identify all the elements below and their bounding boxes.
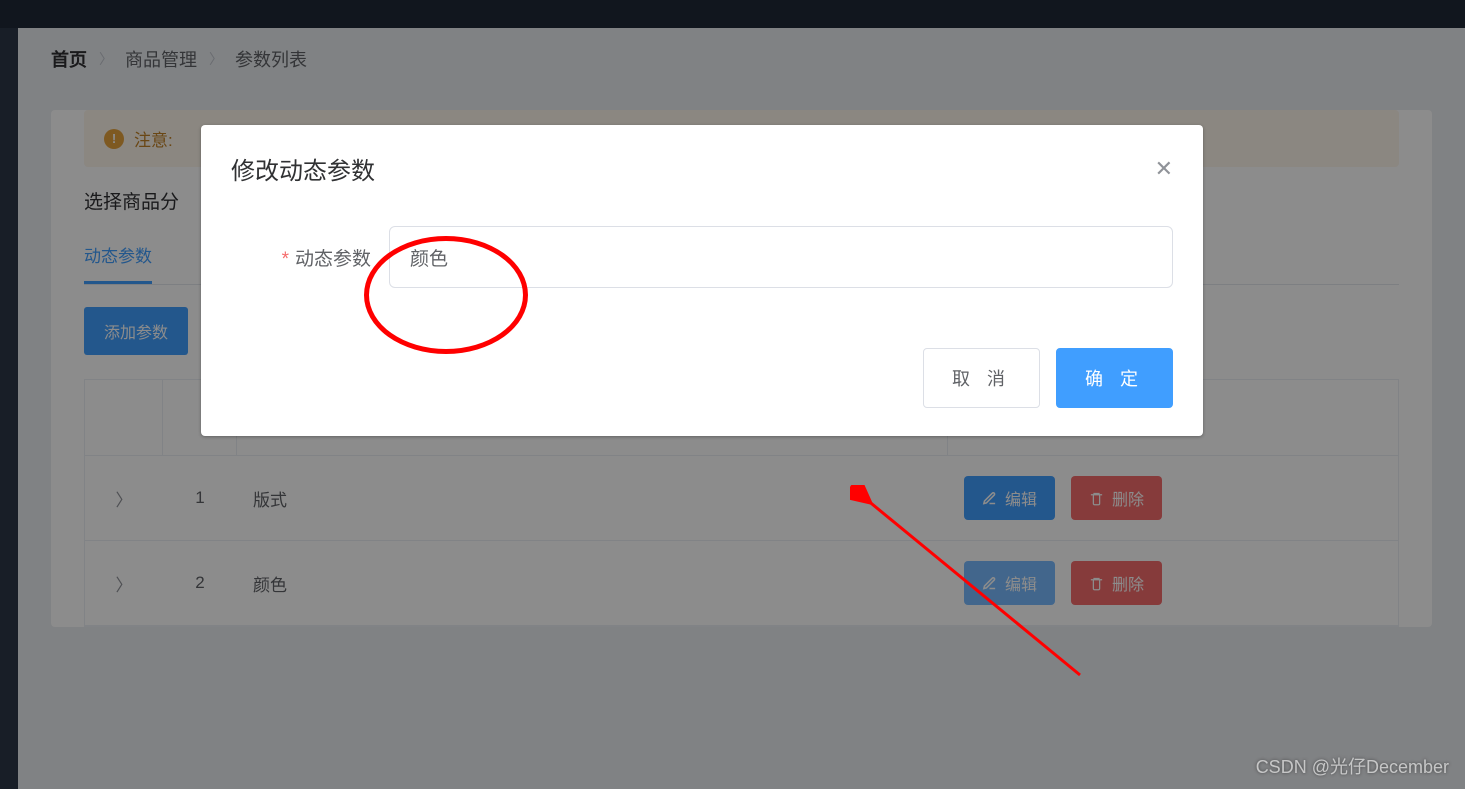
watermark: CSDN @光仔December — [1256, 753, 1449, 779]
close-icon[interactable]: ✕ — [1155, 156, 1173, 182]
cancel-button[interactable]: 取 消 — [923, 348, 1040, 408]
dialog-title: 修改动态参数 — [231, 151, 375, 186]
form-row-param-name: *动态参数 — [231, 226, 1173, 288]
confirm-button[interactable]: 确 定 — [1056, 348, 1173, 408]
form-label: *动态参数 — [231, 244, 371, 271]
edit-param-dialog: 修改动态参数 ✕ *动态参数 取 消 确 定 — [201, 125, 1203, 436]
param-name-input[interactable] — [389, 226, 1173, 288]
